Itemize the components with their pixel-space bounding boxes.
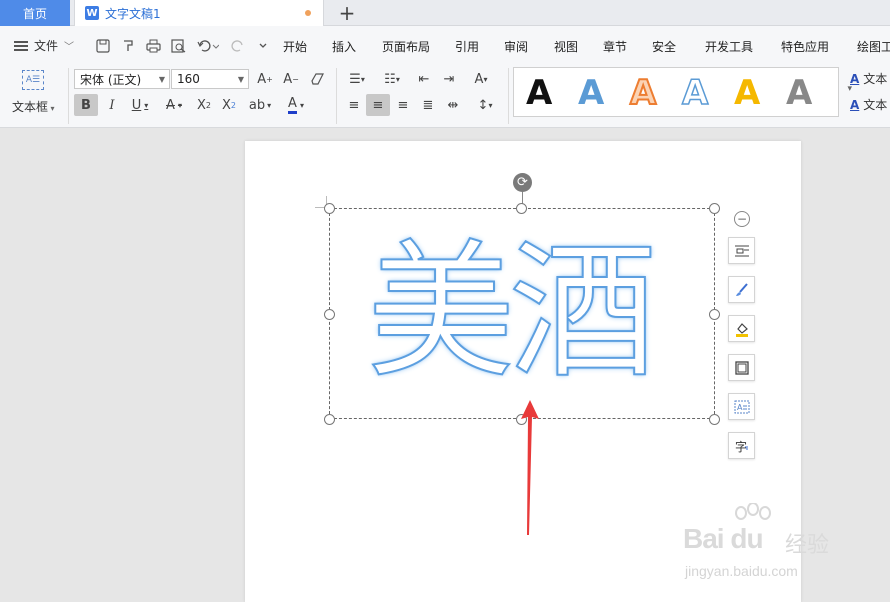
text-outline-label: 文本 [863,98,888,112]
menu-item-developer[interactable]: 开发工具 [705,38,753,55]
text-fill-label: 文本 [863,72,888,86]
distributed-align-icon[interactable]: ⇹ [442,94,464,116]
font-name-value: 宋体 (正文) [80,72,142,87]
watermark-logo: Bai du [683,523,764,554]
format-painter-icon[interactable] [120,38,136,54]
text-wrap-icon[interactable] [728,237,755,264]
tab-document[interactable]: W 文字文稿1 [74,0,324,26]
ribbon-toolbar: A☰ 文本框 ▾ 宋体 (正文) ▼ 160 ▼ A + A − B I U ▾ A ▾ X… [0,64,890,128]
menu-item-page-layout[interactable]: 页面布局 [382,38,430,55]
menu-item-insert[interactable]: 插入 [332,38,356,55]
svg-text:A: A [737,403,743,412]
wordart-text[interactable]: 美酒 [366,227,677,398]
bold-icon[interactable]: B [74,94,98,116]
textbox-label: 文本框 [12,100,49,114]
clear-format-icon[interactable] [307,69,329,89]
textbox-button[interactable]: 文本框 ▾ [12,98,55,115]
align-left-icon[interactable]: ≡ [343,94,365,116]
resize-handle-bottom-left[interactable] [324,414,335,425]
align-center-icon[interactable]: ≡ [366,94,390,116]
italic-icon[interactable]: I [102,94,122,116]
file-menu-label: 文件 [34,39,59,53]
menu-item-drawing-tools[interactable]: 绘图工 [857,38,890,55]
fill-color-icon[interactable] [728,315,755,342]
character-effects-icon[interactable]: 字 [728,432,755,459]
hamburger-icon [14,40,28,51]
text-outline-button[interactable]: A 文本 [850,96,887,113]
font-size-value: 160 [177,72,200,86]
print-preview-icon[interactable] [170,38,186,54]
unsaved-dot-icon [305,10,311,16]
resize-handle-top[interactable] [516,203,527,214]
underline-icon[interactable]: U ▾ [126,94,154,116]
chevron-down-icon: ﹀ [64,42,75,53]
shape-frame-icon[interactable] [728,354,755,381]
bullets-icon[interactable]: ☰ ▾ [343,69,371,89]
quick-access-more-icon[interactable] [255,38,271,54]
ribbon-separator [68,68,69,124]
font-size-select[interactable]: 160 ▼ [171,69,249,89]
collapse-toolbar-icon[interactable]: − [734,211,750,227]
menu-item-chapter[interactable]: 章节 [603,38,627,55]
textbox-layout-icon[interactable]: A [728,393,755,420]
wordart-style-gray[interactable]: A [786,74,812,112]
text-fill-button[interactable]: A 文本 [850,70,887,87]
text-fill-icon: A [850,71,860,86]
print-icon[interactable] [145,38,161,54]
wordart-style-orange-outline[interactable]: A [629,73,657,113]
tab-home[interactable]: 首页 [0,0,70,26]
align-right-icon[interactable]: ≡ [392,94,414,116]
superscript-icon[interactable]: X2 [194,94,214,116]
resize-handle-top-right[interactable] [709,203,720,214]
wordart-style-blue-outline[interactable]: A [681,73,709,113]
wordart-style-gallery: A A A A A A ▾ [513,67,852,117]
ribbon-separator [508,68,509,124]
watermark-brand: 经验 [785,533,830,558]
text-outline-icon: A [850,97,860,112]
wordart-style-blue[interactable]: A [578,74,604,112]
ribbon-separator [336,68,337,124]
resize-handle-right[interactable] [709,309,720,320]
watermark-url: jingyan.baidu.com [685,563,798,579]
shape-outline-brush-icon[interactable] [728,276,755,303]
file-menu-button[interactable]: 文件 ﹀ [14,37,74,54]
menu-item-view[interactable]: 视图 [554,38,578,55]
new-tab-button[interactable]: + [336,0,358,26]
undo-icon[interactable] [196,38,220,54]
textbox-icon[interactable]: A☰ [22,70,44,90]
menu-item-special[interactable]: 特色应用 [781,38,829,55]
menu-item-review[interactable]: 审阅 [504,38,528,55]
resize-handle-top-left[interactable] [324,203,335,214]
text-direction-icon[interactable]: A ▾ [466,69,496,89]
numbering-icon[interactable]: ☷ ▾ [378,69,406,89]
wps-writer-icon: W [85,6,99,20]
wordart-style-black[interactable]: A [526,74,552,112]
save-icon[interactable] [95,38,111,54]
shrink-font-icon[interactable]: A − [281,69,301,89]
rotate-handle-icon[interactable]: ⟳ [513,173,532,192]
wordart-style-gold[interactable]: A [734,74,760,112]
document-title: 文字文稿1 [105,6,161,21]
menu-item-security[interactable]: 安全 [652,38,676,55]
grow-font-icon[interactable]: A + [255,69,275,89]
justify-icon[interactable]: ≣ [417,94,439,116]
menu-item-references[interactable]: 引用 [455,38,479,55]
annotation-arrow-icon [521,400,539,535]
resize-handle-left[interactable] [324,309,335,320]
resize-handle-bottom-right[interactable] [709,414,720,425]
strikethrough-icon[interactable]: A ▾ [160,94,188,116]
phonetic-guide-icon[interactable]: ab ▾ [246,94,274,116]
increase-indent-icon[interactable]: ⇥ [438,69,460,89]
font-name-select[interactable]: 宋体 (正文) ▼ [74,69,170,89]
menu-bar: 文件 ﹀ 开始 插入 页面布局 引用 审阅 视图 章节 安全 开发工具 特色应用… [0,26,890,64]
tab-bar: 首页 W 文字文稿1 + [0,0,890,26]
line-spacing-icon[interactable]: ↕ ▾ [470,94,500,116]
redo-icon[interactable] [230,38,246,54]
font-color-icon[interactable]: A ▾ [282,94,310,116]
decrease-indent-icon[interactable]: ⇤ [413,69,435,89]
baidu-watermark: Bai du 经验 jingyan.baidu.com [683,503,863,583]
subscript-icon[interactable]: X2 [219,94,239,116]
menu-item-start[interactable]: 开始 [283,38,307,55]
